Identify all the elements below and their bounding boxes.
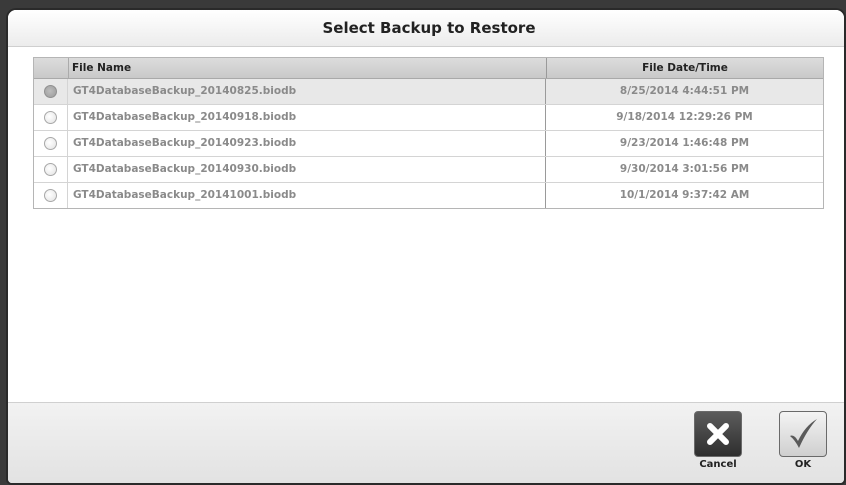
- row-radio-cell[interactable]: [34, 183, 68, 208]
- dialog-footer: Cancel OK: [8, 402, 844, 483]
- table-row[interactable]: GT4DatabaseBackup_20140825.biodb 8/25/20…: [34, 79, 823, 105]
- radio-button[interactable]: [44, 111, 57, 124]
- ok-label: OK: [794, 459, 812, 470]
- close-x-icon: [707, 423, 729, 445]
- ok-button[interactable]: OK: [778, 411, 828, 470]
- checkmark-icon: [790, 419, 817, 448]
- restore-dialog: Select Backup to Restore File Name File …: [8, 10, 844, 483]
- row-radio-cell[interactable]: [34, 157, 68, 182]
- row-radio-cell[interactable]: [34, 105, 68, 130]
- file-name-cell: GT4DatabaseBackup_20140930.biodb: [68, 157, 546, 182]
- table-row[interactable]: GT4DatabaseBackup_20141001.biodb 10/1/20…: [34, 183, 823, 208]
- file-name-cell: GT4DatabaseBackup_20140825.biodb: [68, 79, 546, 104]
- file-date-cell: 8/25/2014 4:44:51 PM: [619, 85, 750, 97]
- file-date-cell: 9/23/2014 1:46:48 PM: [619, 137, 750, 149]
- radio-button[interactable]: [44, 137, 57, 150]
- radio-button[interactable]: [44, 163, 57, 176]
- radio-button[interactable]: [44, 189, 57, 202]
- row-radio-cell[interactable]: [34, 131, 68, 156]
- header-file-date: File Date/Time: [642, 62, 728, 74]
- cancel-button[interactable]: Cancel: [693, 411, 743, 470]
- row-radio-cell[interactable]: [34, 79, 68, 104]
- dialog-title: Select Backup to Restore: [322, 19, 536, 37]
- file-date-cell: 9/30/2014 3:01:56 PM: [619, 163, 750, 175]
- header-file-name: File Name: [69, 58, 547, 78]
- dialog-titlebar: Select Backup to Restore: [8, 10, 844, 47]
- table-row[interactable]: GT4DatabaseBackup_20140930.biodb 9/30/20…: [34, 157, 823, 183]
- table-row[interactable]: GT4DatabaseBackup_20140918.biodb 9/18/20…: [34, 105, 823, 131]
- ok-tile[interactable]: [779, 411, 827, 457]
- cancel-label: Cancel: [699, 459, 737, 470]
- radio-button[interactable]: [44, 85, 57, 98]
- cancel-tile[interactable]: [694, 411, 742, 457]
- file-name-cell: GT4DatabaseBackup_20141001.biodb: [68, 183, 546, 208]
- backup-table: File Name File Date/Time GT4DatabaseBack…: [33, 57, 824, 209]
- header-select-column: [34, 58, 69, 78]
- file-name-cell: GT4DatabaseBackup_20140923.biodb: [68, 131, 546, 156]
- table-header: File Name File Date/Time: [34, 58, 823, 79]
- file-name-cell: GT4DatabaseBackup_20140918.biodb: [68, 105, 546, 130]
- table-row[interactable]: GT4DatabaseBackup_20140923.biodb 9/23/20…: [34, 131, 823, 157]
- file-date-cell: 10/1/2014 9:37:42 AM: [619, 189, 750, 201]
- file-date-cell: 9/18/2014 12:29:26 PM: [616, 111, 753, 123]
